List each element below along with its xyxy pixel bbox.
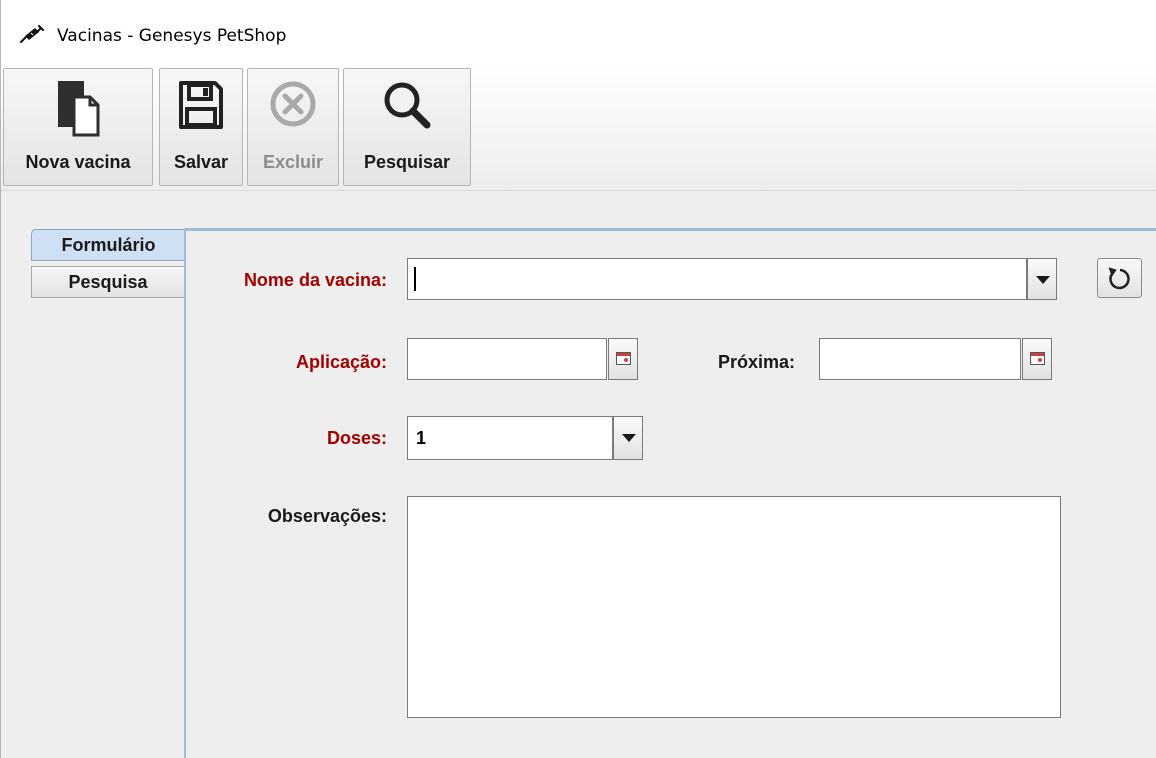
toolbar: Nova vacina Salvar Excluir Pesquisar (1, 66, 1156, 191)
next-date-picker-button[interactable] (1022, 338, 1052, 380)
floppy-disk-icon (179, 81, 223, 129)
tab-pesquisa[interactable]: Pesquisa (31, 266, 185, 298)
vaccine-name-combo[interactable] (407, 258, 1027, 300)
save-label: Salvar (173, 152, 229, 172)
search-button[interactable]: Pesquisar (343, 68, 471, 186)
doses-combo[interactable]: 1 (407, 416, 613, 460)
doses-dropdown-button[interactable] (613, 416, 643, 460)
next-date-field[interactable] (819, 338, 1021, 380)
tab-formulario[interactable]: Formulário (31, 229, 185, 261)
refresh-icon (1108, 267, 1130, 290)
save-button[interactable]: Salvar (159, 68, 243, 186)
new-vaccine-label: Nova vacina (25, 152, 131, 172)
application-date-label: Aplicação: (295, 352, 387, 372)
syringe-icon (20, 25, 44, 43)
notes-label: Observações: (267, 506, 387, 526)
calendar-icon (616, 352, 631, 365)
calendar-icon (1030, 352, 1045, 365)
refresh-button[interactable] (1097, 258, 1142, 298)
application-date-picker-button[interactable] (608, 338, 638, 380)
new-vaccine-button[interactable]: Nova vacina (3, 68, 153, 186)
new-document-icon (58, 81, 100, 137)
title-bar[interactable]: Vacinas - Genesys PetShop (1, 0, 1156, 66)
vaccine-name-label: Nome da vacina: (243, 270, 387, 290)
app-window: Vacinas - Genesys PetShop Nova vacina Sa… (0, 0, 1156, 758)
delete-button[interactable]: Excluir (247, 68, 339, 186)
delete-x-icon (270, 81, 316, 127)
next-date-label: Próxima: (717, 352, 795, 372)
magnifier-icon (384, 82, 431, 129)
delete-label: Excluir (262, 152, 324, 172)
doses-label: Doses: (326, 428, 387, 448)
application-date-field[interactable] (407, 338, 607, 380)
search-label: Pesquisar (363, 152, 451, 172)
notes-textarea[interactable] (407, 496, 1061, 718)
doses-value: 1 (416, 428, 427, 448)
window-title: Vacinas - Genesys PetShop (57, 26, 287, 46)
vaccine-name-dropdown-button[interactable] (1027, 258, 1057, 300)
text-caret (414, 267, 416, 291)
